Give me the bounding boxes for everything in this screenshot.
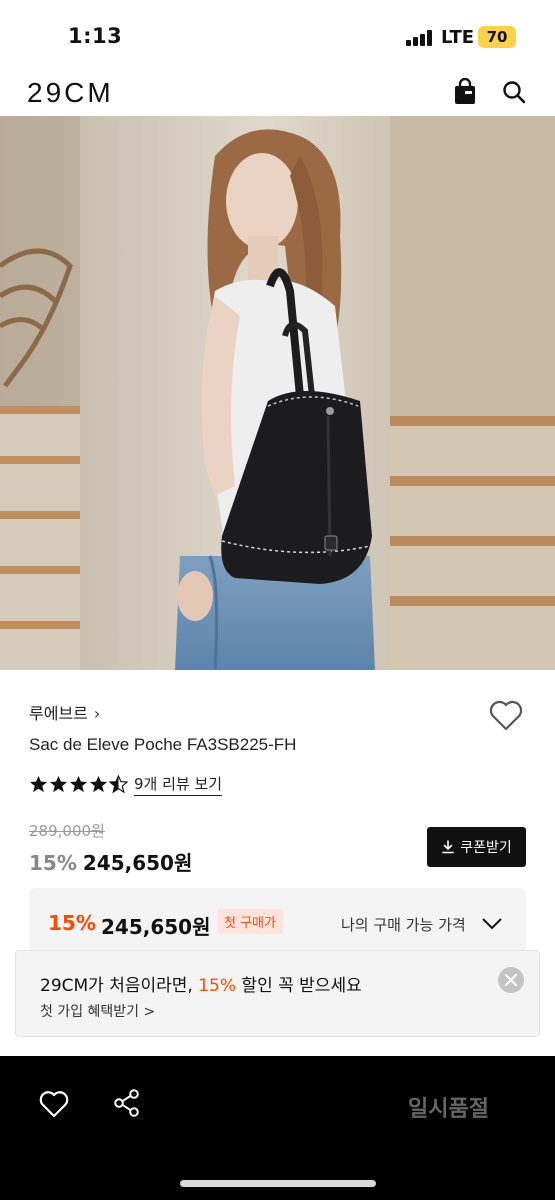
signal-icon [406, 30, 436, 46]
half-star-icon [109, 774, 128, 793]
product-image[interactable] [0, 116, 555, 670]
original-price: 289,000원 [29, 822, 105, 840]
discount-rate: 15% [29, 851, 77, 875]
shopping-bag-icon[interactable] [452, 77, 478, 106]
coupon-button[interactable]: 쿠폰받기 [427, 827, 526, 867]
first-purchase-price-box[interactable]: 15% 245,650원 첫 구매가 나의 구매 가능 가격 [29, 888, 526, 958]
signup-benefit-link[interactable]: 첫 가입 혜택받기 > [40, 1001, 155, 1021]
chevron-down-icon[interactable] [481, 916, 503, 930]
close-icon[interactable] [498, 967, 524, 993]
battery-icon: 70 [478, 26, 516, 48]
star-icon [69, 775, 88, 792]
star-icon [49, 775, 68, 792]
search-icon[interactable] [501, 79, 527, 105]
first-purchase-discount: 15% [48, 911, 96, 935]
network-label: LTE [441, 27, 475, 48]
toast-title-suffix: 할인 꼭 받으세요 [236, 976, 362, 996]
sale-price: 245,650원 [82, 851, 193, 875]
logo[interactable]: 29CM [27, 77, 114, 109]
rating-row: 9개 리뷰 보기 [29, 772, 223, 796]
status-bar: 1:13 LTE 70 [0, 0, 555, 70]
download-icon [442, 840, 455, 854]
share-icon[interactable] [112, 1088, 142, 1118]
signup-promo-toast: 29CM가 처음이라면, 15% 할인 꼭 받으세요 첫 가입 혜택받기 > [15, 950, 540, 1037]
status-time: 1:13 [68, 24, 123, 48]
first-purchase-price: 245,650원 [101, 915, 211, 939]
chevron-right-icon: › [93, 704, 101, 723]
review-link[interactable]: 9개 리뷰 보기 [134, 773, 223, 796]
toast-title-prefix: 29CM가 처음이라면, [40, 976, 199, 996]
app-header: 29CM [0, 70, 555, 116]
star-icon [89, 775, 108, 792]
soldout-button[interactable]: 일시품절 [408, 1091, 489, 1123]
toast-title: 29CM가 처음이라면, 15% 할인 꼭 받으세요 [40, 971, 362, 996]
product-name: Sac de Eleve Poche FA3SB225-FH [29, 735, 297, 754]
star-rating [29, 774, 128, 794]
first-purchase-badge: 첫 구매가 [217, 909, 283, 934]
brand-name: 루에브르 [29, 704, 88, 723]
home-indicator[interactable] [180, 1180, 376, 1187]
price-row: 15% 245,650원 [29, 847, 192, 876]
heart-icon[interactable] [38, 1089, 70, 1119]
bottom-action-bar: 일시품절 [0, 1056, 555, 1200]
brand-link[interactable]: 루에브르 › [29, 700, 100, 724]
star-icon [29, 775, 48, 792]
my-price-label: 나의 구매 가능 가격 [341, 916, 466, 934]
coupon-button-label: 쿠폰받기 [460, 840, 512, 856]
heart-icon[interactable] [488, 698, 524, 732]
toast-title-highlight: 15% [198, 976, 237, 996]
